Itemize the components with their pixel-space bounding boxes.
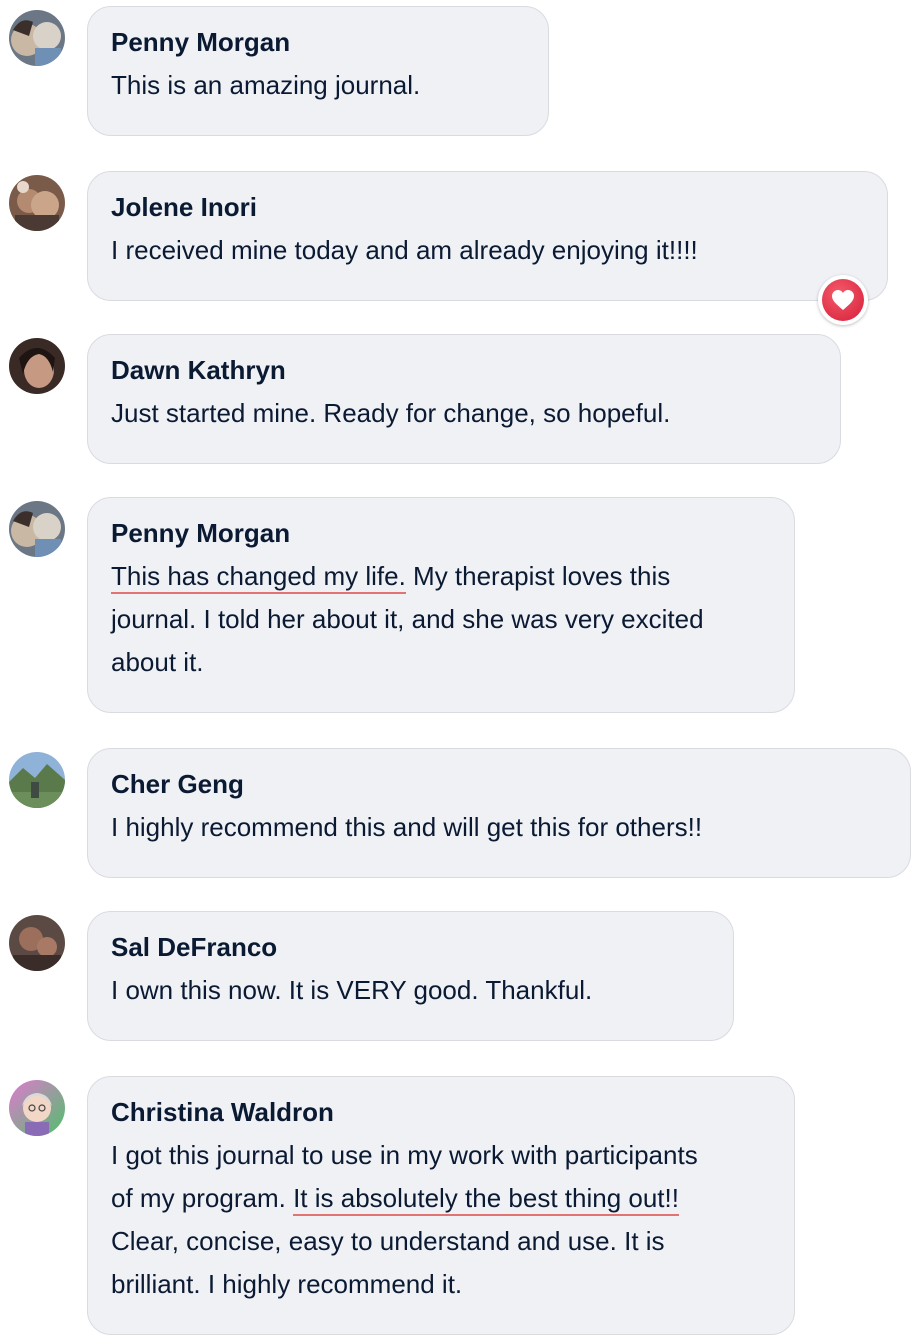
profile-photo-avatar-icon (9, 501, 65, 557)
comment-author[interactable]: Cher Geng (111, 765, 888, 803)
comment-bubble: Christina Waldron I got this journal to … (87, 1076, 795, 1335)
comment-line: of my program. It is absolutely the best… (111, 1177, 772, 1220)
profile-photo-avatar-icon (9, 338, 65, 394)
avatar[interactable] (9, 501, 65, 557)
comment-text: This is an amazing journal. (111, 64, 526, 107)
profile-photo-avatar-icon (9, 915, 65, 971)
comment-line: brilliant. I highly recommend it. (111, 1269, 463, 1299)
comment-text: I got this journal to use in my work wit… (111, 1134, 772, 1306)
avatar[interactable] (9, 1080, 65, 1136)
comment-text: I highly recommend this and will get thi… (111, 806, 888, 849)
avatar[interactable] (9, 752, 65, 808)
comment-line: I highly recommend this and will get thi… (111, 812, 703, 842)
highlighted-text: It is absolutely the best thing out!! (293, 1183, 679, 1216)
comment-author[interactable]: Penny Morgan (111, 514, 772, 552)
avatar[interactable] (9, 915, 65, 971)
highlighted-text: This has changed my life. (111, 561, 406, 594)
comment-line: This has changed my life. My therapist l… (111, 555, 772, 598)
comment-line: I received mine today and am already enj… (111, 235, 698, 265)
profile-photo-avatar-icon (9, 175, 65, 231)
avatar[interactable] (9, 10, 65, 66)
comment-line: I own this now. It is VERY good. Thankfu… (111, 975, 593, 1005)
avatar[interactable] (9, 338, 65, 394)
comment-bubble: Cher Geng I highly recommend this and wi… (87, 748, 911, 878)
comment-text: I received mine today and am already enj… (111, 229, 865, 272)
profile-photo-avatar-icon (9, 10, 65, 66)
comment-line: Clear, concise, easy to understand and u… (111, 1226, 665, 1256)
comment-bubble: Penny Morgan This is an amazing journal. (87, 6, 549, 136)
avatar[interactable] (9, 175, 65, 231)
heart-icon (822, 279, 864, 321)
comment-bubble: Dawn Kathryn Just started mine. Ready fo… (87, 334, 841, 464)
comment-author[interactable]: Sal DeFranco (111, 928, 711, 966)
comment-text: I own this now. It is VERY good. Thankfu… (111, 969, 711, 1012)
comment-line: journal. I told her about it, and she wa… (111, 604, 704, 634)
comment-author[interactable]: Dawn Kathryn (111, 351, 818, 389)
comment-line: Just started mine. Ready for change, so … (111, 398, 671, 428)
comment-bubble: Penny Morgan This has changed my life. M… (87, 497, 795, 713)
comment-text: Just started mine. Ready for change, so … (111, 392, 818, 435)
profile-photo-avatar-icon (9, 752, 65, 808)
comment-text-fragment: My therapist loves this (405, 561, 671, 591)
profile-photo-avatar-icon (9, 1080, 65, 1136)
comment-text: This has changed my life. My therapist l… (111, 555, 772, 684)
comment-line: This is an amazing journal. (111, 70, 421, 100)
comment-line: I got this journal to use in my work wit… (111, 1140, 698, 1170)
comment-text-fragment: of my program. (111, 1183, 294, 1213)
comment-bubble: Sal DeFranco I own this now. It is VERY … (87, 911, 734, 1041)
comment-line: about it. (111, 647, 204, 677)
love-reaction-badge[interactable] (818, 275, 868, 325)
comment-bubble: Jolene Inori I received mine today and a… (87, 171, 888, 301)
comment-author[interactable]: Christina Waldron (111, 1093, 772, 1131)
comment-author[interactable]: Jolene Inori (111, 188, 865, 226)
comment-author[interactable]: Penny Morgan (111, 23, 526, 61)
